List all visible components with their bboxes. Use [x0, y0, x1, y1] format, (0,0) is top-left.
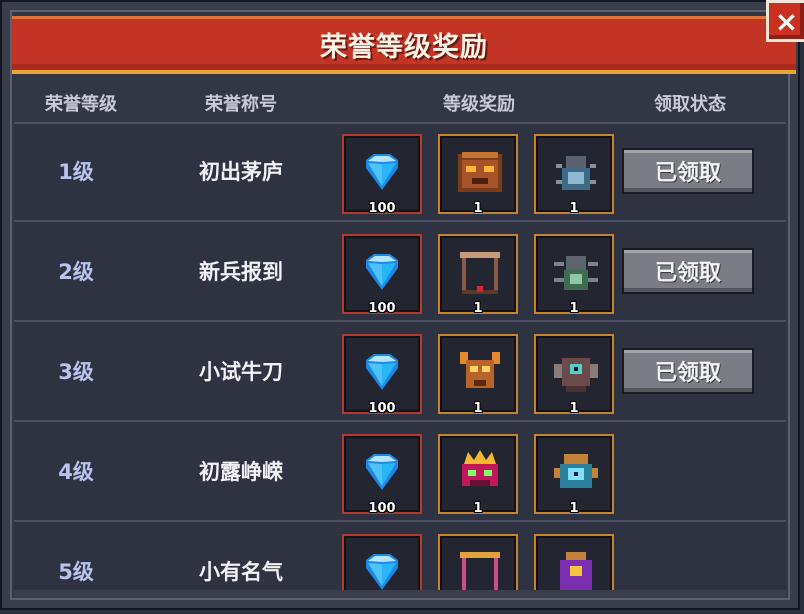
- reward-qty: 100: [368, 201, 396, 216]
- purple-orb-pet-icon: [560, 552, 592, 590]
- reward-slot[interactable]: 1: [534, 134, 614, 216]
- header-status: 领取状态: [654, 94, 726, 115]
- beetle-pet-icon: [556, 156, 596, 190]
- reward-slot[interactable]: 1: [534, 334, 614, 416]
- crown-demon-skin-icon: [462, 450, 498, 486]
- claim-status-button[interactable]: 已领取: [622, 148, 754, 194]
- reward-list[interactable]: 1级 初出茅庐 100 1 1 已领取 2级 新兵报到 100 1 1 已领取 …: [14, 122, 786, 596]
- header-rewards: 等级奖励: [443, 94, 515, 115]
- row-level: 4级: [58, 460, 94, 484]
- frame-skin-icon: [460, 252, 500, 294]
- row-title: 初出茅庐: [199, 160, 283, 184]
- reward-qty: 1: [473, 301, 483, 316]
- reward-qty: 1: [569, 301, 579, 316]
- title-bar: 荣誉等级奖励: [12, 16, 796, 74]
- claim-status-button[interactable]: 已领取: [622, 348, 754, 394]
- reward-row: 1级 初出茅庐 100 1 1 已领取: [14, 124, 786, 222]
- reward-row: 2级 新兵报到 100 1 1 已领取: [14, 224, 786, 322]
- row-level: 5级: [58, 560, 94, 584]
- close-button[interactable]: ×: [766, 0, 804, 42]
- reward-slot[interactable]: 1: [438, 134, 518, 216]
- reward-slot[interactable]: 100: [342, 234, 422, 316]
- reward-slot[interactable]: [342, 534, 422, 596]
- reward-qty: 1: [569, 201, 579, 216]
- gem-icon: [366, 554, 398, 590]
- header-level: 荣誉等级: [45, 94, 117, 115]
- reward-row: 3级 小试牛刀 100 1 1 已领取: [14, 324, 786, 422]
- reward-slot[interactable]: 1: [438, 234, 518, 316]
- reward-slot[interactable]: 100: [342, 334, 422, 416]
- gem-icon: [366, 254, 398, 290]
- reward-qty: 100: [368, 301, 396, 316]
- reward-slot[interactable]: [534, 534, 614, 596]
- reward-row: 5级 小有名气: [14, 524, 786, 596]
- reward-qty: 100: [368, 501, 396, 516]
- reward-slot[interactable]: 1: [534, 434, 614, 516]
- reward-qty: 100: [368, 401, 396, 416]
- header-title: 荣誉称号: [205, 94, 277, 115]
- gem-icon: [366, 454, 398, 490]
- row-title: 新兵报到: [199, 260, 283, 284]
- row-level: 1级: [58, 160, 94, 184]
- list-bottom-edge: [14, 590, 786, 598]
- reward-qty: 1: [473, 401, 483, 416]
- reward-qty: 1: [569, 501, 579, 516]
- reward-slot[interactable]: 100: [342, 134, 422, 216]
- row-title: 初露峥嵘: [199, 460, 283, 484]
- reward-slot[interactable]: [438, 534, 518, 596]
- row-level: 3级: [58, 360, 94, 384]
- reward-qty: 1: [569, 401, 579, 416]
- close-icon: ×: [774, 4, 799, 38]
- claim-status-button[interactable]: 已领取: [622, 248, 754, 294]
- reward-slot[interactable]: 100: [342, 434, 422, 516]
- cyclops-pet-icon: [554, 358, 598, 392]
- gem-icon: [366, 154, 398, 190]
- reward-qty: 1: [473, 201, 483, 216]
- row-title: 小试牛刀: [199, 360, 283, 384]
- eye-orb-pet-icon: [554, 454, 598, 488]
- frame-skin-icon: [460, 552, 500, 592]
- panel-title: 荣誉等级奖励: [320, 32, 488, 63]
- row-level: 2级: [58, 260, 94, 284]
- reward-slot[interactable]: 1: [438, 334, 518, 416]
- lion-helmet-skin-icon: [458, 152, 502, 192]
- table-header: 荣誉等级 荣誉称号 等级奖励 领取状态: [10, 88, 794, 118]
- gem-icon: [366, 354, 398, 390]
- reward-row: 4级 初露峥嵘 100 1 1: [14, 424, 786, 522]
- reward-slot[interactable]: 1: [534, 234, 614, 316]
- row-title: 小有名气: [199, 560, 283, 584]
- reward-qty: 1: [473, 501, 483, 516]
- spider-pet-icon: [554, 256, 598, 290]
- reward-slot[interactable]: 1: [438, 434, 518, 516]
- horned-mask-skin-icon: [460, 352, 500, 388]
